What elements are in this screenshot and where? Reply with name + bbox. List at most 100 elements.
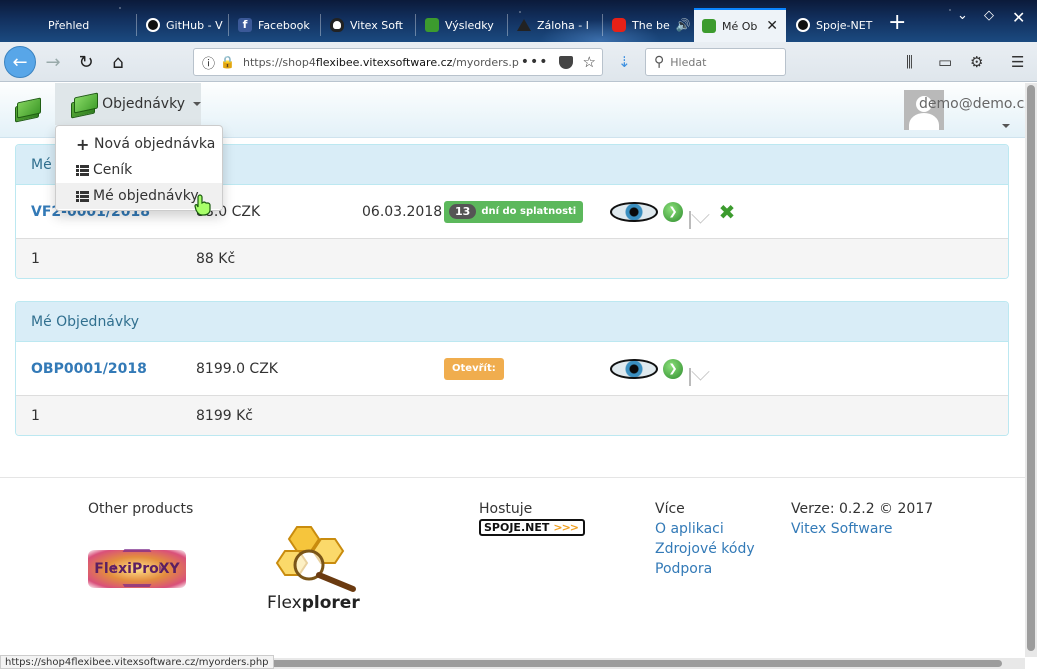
back-icon[interactable]: ← [4,46,36,78]
home-logo-icon[interactable] [14,97,41,123]
minimize-icon[interactable]: ⌄ [957,8,968,23]
github-icon [796,18,810,32]
orders-cash-icon [69,92,98,119]
page-footer: Other products FlexiProXY Flexplorer Hos… [0,477,1025,657]
info-icon[interactable]: ⓘ [202,53,215,72]
tab-vysledky[interactable]: Výsledky [417,8,505,42]
view-eye-icon[interactable] [610,358,658,379]
new-tab-icon[interactable]: + [888,12,906,34]
status-bar-url: https://shop4flexibee.vitexsoftware.cz/m… [0,655,274,669]
summary-count: 1 [31,408,40,424]
list-icon [76,164,89,176]
pocket-icon[interactable] [558,55,573,69]
spoje-net-logo[interactable]: SPOJE.NET >>> [479,519,585,536]
vertical-scrollbar[interactable] [1025,83,1037,657]
orders-menu-toggle[interactable]: Objednávky [55,83,201,125]
browser-nav-bar: ← → ↻ ⌂ ⓘ 🔒 https://shop4flexibee.vitexs… [0,42,1037,82]
horizontal-scrollbar[interactable] [262,658,1025,669]
close-tab-icon[interactable]: ✕ [766,18,778,34]
tab-facebook[interactable]: f Facebook [230,8,318,42]
link-source-code[interactable]: Zdrojové kódy [655,541,755,557]
reload-icon[interactable]: ↻ [71,47,101,77]
open-badge[interactable]: Otevřít: [444,357,504,380]
hand-cursor-icon [194,194,211,216]
download-icon[interactable]: ⇣ [618,53,631,71]
document-link[interactable]: OBP0001/2018 [31,361,147,377]
search-icon: ⚲ [654,54,665,70]
window-close-icon[interactable]: ✕ [1012,8,1025,27]
send-mail-icon[interactable] [689,367,691,386]
flexplorer-wordmark-b: plorer [301,593,360,613]
forward-icon[interactable]: → [38,47,68,77]
menu-icon[interactable]: ☰ [1011,53,1024,71]
due-days-count: 13 [449,204,477,219]
search-field[interactable]: ⚲ Hledat [645,48,786,76]
panel-heading: Mé Objednávky [16,302,1008,342]
other-products-heading: Other products [88,501,194,517]
version-text: Verze: 0.2.2 © 2017 [791,501,934,517]
scrollbar-thumb[interactable] [1027,85,1035,651]
tab-title: The be [632,18,670,32]
mountain-icon [517,19,531,31]
tab-github[interactable]: GitHub - V [138,8,226,42]
home-icon[interactable]: ⌂ [103,47,133,77]
cancel-x-icon[interactable]: ✖ [717,202,737,222]
due-badge-text: dní do splatnosti [481,206,577,217]
github-icon [146,18,160,32]
link-about[interactable]: O aplikaci [655,521,724,537]
tux-icon [330,18,344,32]
flexiproxy-logo[interactable]: FlexiProXY [88,549,186,588]
tab-title: Mé Ob [722,19,758,33]
link-support[interactable]: Podpora [655,561,712,577]
orders-menu-label: Objednávky [102,96,185,112]
scrollbar-thumb[interactable] [262,660,1002,667]
tab-divider [415,14,416,36]
summary-total: 8199 Kč [196,408,253,424]
panel-title: Mé [31,156,52,173]
tab-me-objednavky[interactable]: Mé Ob ✕ [694,8,786,42]
flexplorer-logo[interactable] [275,523,361,593]
menu-item-new-order[interactable]: + Nová objednávka [56,131,222,157]
extension-icon[interactable]: ⚙ [970,53,983,71]
tab-title: Přehled [48,18,90,32]
send-mail-icon[interactable] [689,210,691,229]
pay-leaf-icon[interactable]: ❯ [663,358,683,379]
address-bar[interactable]: ⓘ 🔒 https://shop4flexibee.vitexsoftware.… [193,48,603,76]
link-company[interactable]: Vitex Software [791,521,892,537]
user-caret-down-icon[interactable] [1002,124,1010,128]
lock-icon[interactable]: 🔒 [220,55,235,69]
tab-youtube[interactable]: The be 🔊 [604,8,692,42]
money-icon [425,18,439,32]
youtube-icon [612,18,626,32]
tab-title: GitHub - V [166,18,223,32]
tab-zaloha[interactable]: Záloha - l [509,8,601,42]
view-eye-icon[interactable] [610,201,658,222]
list-icon [76,190,89,202]
speaker-icon[interactable]: 🔊 [676,18,691,32]
browser-tab-bar: Přehled GitHub - V f Facebook Vitex Soft… [0,0,1037,42]
library-icon[interactable]: ⫼ [906,53,913,71]
tab-divider [602,14,603,36]
pay-leaf-icon[interactable]: ❯ [663,201,683,222]
menu-item-label: Mé objednávky [93,188,199,204]
tab-spoje-net[interactable]: Spoje-NET [788,8,882,42]
url-prefix: https://shop4 [242,55,316,69]
summary-row: 1 8199 Kč [16,396,1008,435]
sidebar-icon[interactable]: ▭ [938,53,952,71]
tab-divider [507,14,508,36]
maximize-icon[interactable]: ◇ [984,8,994,23]
summary-row: 1 88 Kč [16,239,1008,278]
url-text[interactable]: https://shop4flexibee.vitexsoftware.cz/m… [243,56,519,69]
bookmark-star-icon[interactable]: ☆ [583,53,596,71]
menu-item-price-list[interactable]: Ceník [56,157,222,183]
tab-prehled[interactable]: Přehled [40,8,136,42]
page-actions-icon[interactable]: ••• [521,54,549,70]
user-email[interactable]: demo@demo.cz [919,96,1032,112]
money-icon [702,19,716,33]
flexplorer-wordmark[interactable]: Flexplorer [267,593,360,613]
caret-down-icon [193,102,201,106]
summary-total: 88 Kč [196,251,236,267]
url-host: flexibee.vitexsoftware.cz [315,55,453,69]
tab-title: Výsledky [445,18,494,32]
tab-vitex-soft[interactable]: Vitex Soft [322,8,414,42]
